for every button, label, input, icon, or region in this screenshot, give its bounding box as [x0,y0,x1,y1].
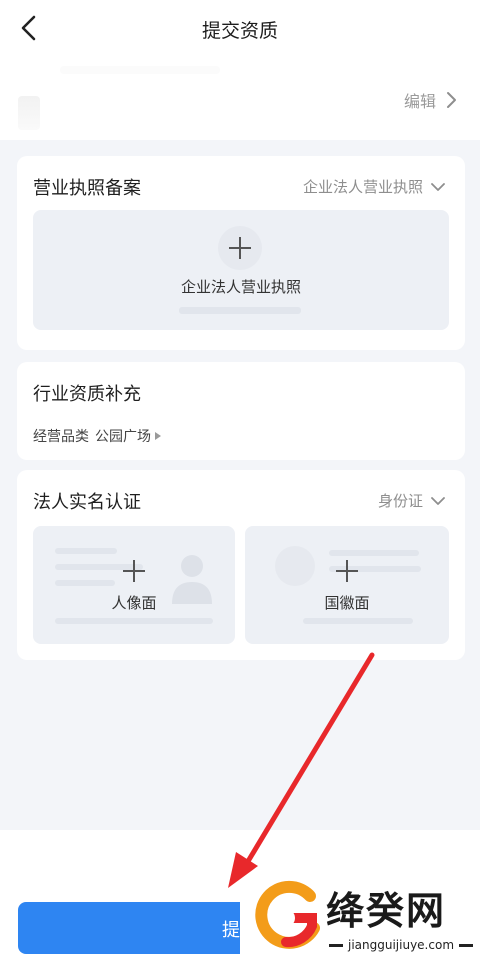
caret-right-icon [155,432,161,440]
license-type-value: 企业法人营业执照 [302,178,423,196]
license-type-select[interactable]: 企业法人营业执照 [303,176,445,197]
nav-bar: 提交资质 [0,0,480,56]
id-back-upload[interactable]: 国徽面 [245,526,449,644]
identity-card: 法人实名认证 身份证 人像面 国徽面 [17,470,465,660]
plus-icon [336,560,358,582]
category-value: 公园广场 [95,429,151,445]
profile-row: 编辑 [0,56,480,140]
industry-card: 行业资质补充 经营品类 公园广场 [17,362,465,460]
id-type-select[interactable]: 身份证 [378,490,445,511]
industry-card-title: 行业资质补充 [33,384,141,405]
brand-logo-icon [255,880,320,949]
emblem-circle-icon [275,546,315,586]
watermark-domain: jiangguijiuye.com [348,938,455,952]
chevron-down-icon [431,496,445,505]
page-title: 提交资质 [201,20,278,42]
chevron-right-icon [447,92,456,108]
category-row[interactable]: 经营品类 公园广场 [33,426,161,446]
plus-icon [229,237,251,259]
edit-label: 编辑 [403,92,436,111]
placeholder-line [55,548,117,554]
license-card-title: 营业执照备案 [33,178,141,199]
id-front-label: 人像面 [111,594,157,612]
category-label: 经营品类 [33,429,89,445]
placeholder-line [329,550,419,556]
placeholder-line [303,618,413,624]
chevron-down-icon [431,182,445,191]
placeholder-line [55,618,213,624]
placeholder-line [55,580,115,586]
plus-icon [123,560,145,582]
watermark-domain-row: jiangguijiuye.com [324,938,478,952]
id-front-upload[interactable]: 人像面 [33,526,235,644]
edit-button[interactable]: 编辑 [404,88,458,112]
watermark: 绛癸网 jiangguijiuye.com [240,866,480,966]
license-card: 营业执照备案 企业法人营业执照 企业法人营业执照 [17,156,465,350]
id-type-value: 身份证 [377,492,423,510]
id-back-label: 国徽面 [324,594,370,612]
placeholder-line [179,307,301,314]
blurred-name [60,66,220,74]
watermark-brand: 绛癸网 [326,889,447,933]
license-upload-label: 企业法人营业执照 [180,278,301,296]
license-upload-box[interactable]: 企业法人营业执照 [33,210,449,330]
blurred-avatar [18,96,40,130]
identity-card-title: 法人实名认证 [33,492,141,513]
